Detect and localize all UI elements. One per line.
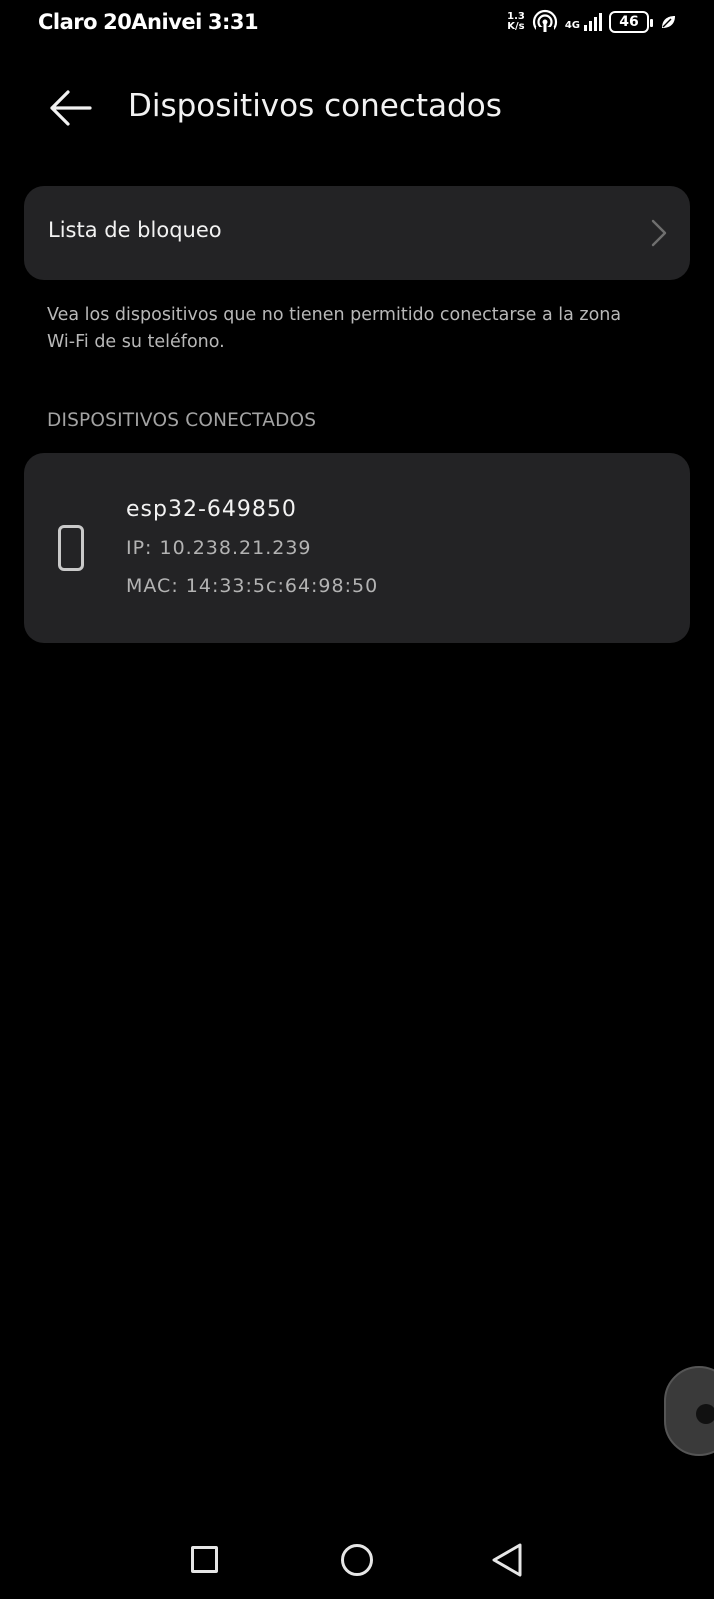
- network-type: 4G: [564, 20, 580, 31]
- status-left: Claro 20Anivei 3:31: [38, 10, 259, 34]
- block-list-label: Lista de bloqueo: [48, 218, 222, 242]
- status-bar: Claro 20Anivei 3:31 1.3 K/s 4G 46: [0, 0, 714, 44]
- device-item[interactable]: esp32-649850 IP: 10.238.21.239 MAC: 14:3…: [24, 453, 690, 643]
- status-right: 1.3 K/s 4G 46: [507, 9, 676, 35]
- arrow-left-icon: [50, 90, 92, 126]
- battery-icon: 46: [609, 11, 653, 33]
- device-mac: MAC: 14:33:5c:64:98:50: [126, 575, 379, 597]
- phone-icon: [58, 525, 84, 571]
- hotspot-icon: [532, 9, 557, 35]
- page-title: Dispositivos conectados: [128, 88, 502, 124]
- device-name: esp32-649850: [126, 497, 297, 522]
- section-title-connected: DISPOSITIVOS CONECTADOS: [47, 410, 317, 431]
- net-speed-unit: K/s: [507, 21, 525, 32]
- carrier-name: Claro: [38, 10, 98, 34]
- chevron-right-icon: [651, 219, 667, 247]
- carrier-extra: 20Anivei: [103, 10, 202, 34]
- block-list-description: Vea los dispositivos que no tienen permi…: [47, 305, 622, 352]
- recents-icon[interactable]: [191, 1546, 218, 1573]
- device-ip: IP: 10.238.21.239: [126, 537, 312, 559]
- navigation-bar: [0, 1530, 714, 1590]
- leaf-icon: [662, 16, 675, 28]
- battery-level: 46: [619, 14, 639, 30]
- status-time: 3:31: [207, 10, 259, 34]
- back-icon[interactable]: [490, 1542, 524, 1578]
- block-list-button[interactable]: Lista de bloqueo: [24, 186, 690, 280]
- back-button[interactable]: [44, 82, 96, 134]
- signal-icon: 4G: [565, 13, 602, 31]
- net-speed: 1.3 K/s: [507, 12, 525, 32]
- assist-icon: [696, 1404, 714, 1424]
- home-icon[interactable]: [341, 1544, 373, 1576]
- floating-assist-button[interactable]: [664, 1366, 714, 1456]
